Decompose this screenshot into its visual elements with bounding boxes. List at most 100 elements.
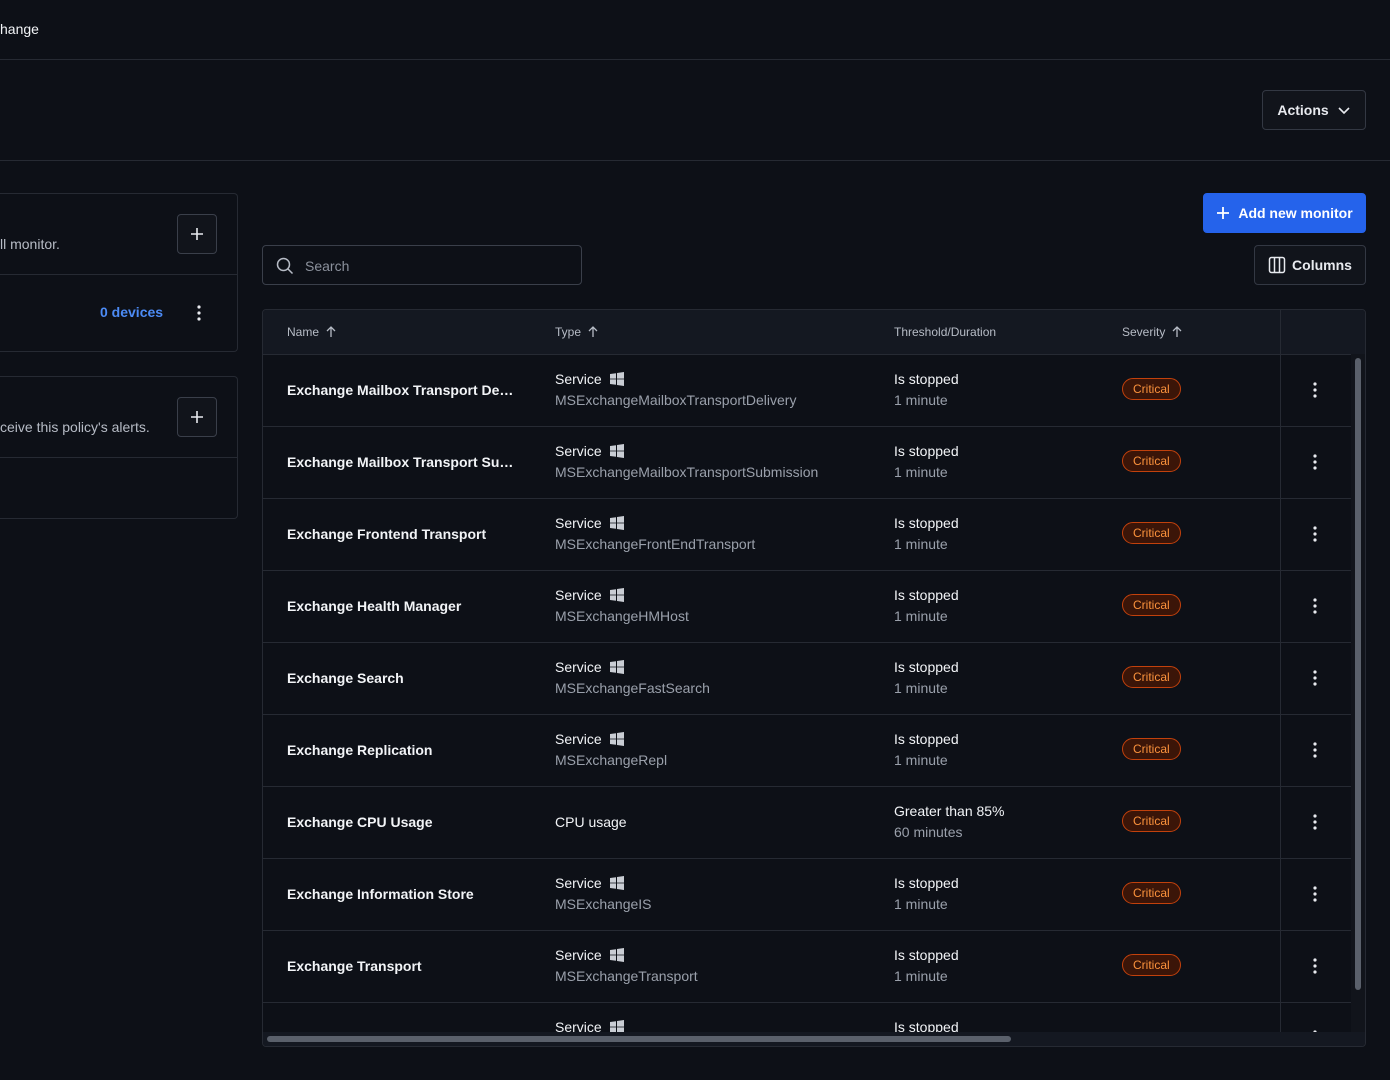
- more-vertical-icon: [1313, 670, 1317, 686]
- sort-ascending-icon: [588, 326, 598, 337]
- column-header-threshold[interactable]: Threshold/Duration: [894, 325, 996, 339]
- monitor-service-name: MSExchangeTransport: [555, 968, 698, 984]
- vertical-scrollbar[interactable]: [1351, 354, 1365, 1032]
- header-divider: [0, 160, 1390, 161]
- windows-icon: [609, 372, 624, 386]
- columns-icon: [1268, 256, 1286, 274]
- recipients-card-description: ceive this policy's alerts.: [0, 419, 150, 435]
- monitor-type: Service: [555, 515, 624, 531]
- table-row[interactable]: Exchange Mailbox Transport Su… Service MSE…: [263, 426, 1351, 499]
- monitor-duration: 1 minute: [894, 968, 948, 984]
- table-row[interactable]: Exchange Transport Service MSExchangeTrans…: [263, 930, 1351, 1003]
- monitor-duration: 60 minutes: [894, 824, 963, 840]
- devices-count-link[interactable]: 0 devices: [100, 304, 163, 320]
- row-more-button[interactable]: [1303, 880, 1327, 908]
- row-more-button[interactable]: [1303, 808, 1327, 836]
- monitor-service-name: MSExchangeIS: [555, 896, 652, 912]
- more-vertical-icon: [1313, 382, 1317, 398]
- row-more-button[interactable]: [1303, 952, 1327, 980]
- table-row[interactable]: Exchange Mailbox Transport De… Service MSE…: [263, 354, 1351, 427]
- sort-ascending-icon: [1172, 326, 1182, 337]
- table-row[interactable]: Exchange Health Manager Service MSExchange…: [263, 570, 1351, 643]
- monitor-type: Service: [555, 587, 624, 603]
- more-vertical-icon: [1313, 454, 1317, 470]
- monitor-name: Exchange Search: [287, 670, 404, 686]
- severity-badge: Critical: [1122, 954, 1181, 976]
- row-more-button[interactable]: [1303, 376, 1327, 404]
- row-more-button[interactable]: [1303, 592, 1327, 620]
- severity-badge: Critical: [1122, 810, 1181, 832]
- monitor-name: Exchange CPU Usage: [287, 814, 433, 830]
- add-recipient-button[interactable]: [177, 397, 217, 437]
- table-row[interactable]: Exchange Replication Service MSExchangeRep…: [263, 714, 1351, 787]
- monitor-threshold: Is stopped: [894, 587, 959, 603]
- windows-icon: [609, 516, 624, 530]
- monitor-name: Exchange Health Manager: [287, 598, 462, 614]
- actions-dropdown-button[interactable]: Actions: [1262, 90, 1366, 130]
- monitor-threshold: Is stopped: [894, 443, 959, 459]
- column-header-name[interactable]: Name: [287, 325, 337, 339]
- windows-icon: [609, 444, 624, 458]
- add-new-monitor-button[interactable]: Add new monitor: [1203, 193, 1366, 233]
- row-more-button[interactable]: [1303, 448, 1327, 476]
- monitor-type: Service: [555, 731, 624, 747]
- more-vertical-icon: [1313, 598, 1317, 614]
- search-icon: [276, 257, 294, 275]
- windows-icon: [609, 660, 624, 674]
- monitor-type: Service: [555, 875, 624, 891]
- plus-icon: [191, 411, 203, 423]
- monitor-duration: 1 minute: [894, 464, 948, 480]
- severity-badge: Critical: [1122, 522, 1181, 544]
- windows-icon: [609, 876, 624, 890]
- search-input[interactable]: [303, 246, 577, 286]
- chevron-down-icon: [1338, 107, 1350, 115]
- table-row[interactable]: Exchange CPU Usage CPU usage Greater than …: [263, 786, 1351, 859]
- monitor-name: Exchange Transport: [287, 958, 422, 974]
- table-row[interactable]: Exchange Frontend Transport Service MSExch…: [263, 498, 1351, 571]
- monitor-service-name: MSExchangeRepl: [555, 752, 668, 768]
- monitor-duration: 1 minute: [894, 680, 948, 696]
- top-bar: hange: [0, 0, 1390, 60]
- monitor-threshold: Is stopped: [894, 731, 959, 747]
- monitor-threshold: Is stopped: [894, 947, 959, 963]
- monitor-duration: 1 minute: [894, 536, 948, 552]
- column-header-severity[interactable]: Severity: [1122, 325, 1183, 339]
- more-vertical-icon: [1313, 526, 1317, 542]
- table-row[interactable]: Exchange Information Store Service MSExcha…: [263, 858, 1351, 931]
- monitor-service-name: MSExchangeMailboxTransportDelivery: [555, 392, 797, 408]
- row-more-button[interactable]: [1303, 736, 1327, 764]
- columns-button[interactable]: Columns: [1254, 245, 1366, 285]
- vertical-scrollbar-thumb[interactable]: [1355, 358, 1361, 990]
- devices-more-button[interactable]: [187, 300, 211, 326]
- monitor-duration: 1 minute: [894, 752, 948, 768]
- table-row[interactable]: Exchange Search Service MSExchangeFastSear…: [263, 642, 1351, 715]
- windows-icon: [609, 588, 624, 602]
- monitors-table: Name Type Threshold/Duration Severity Ex…: [262, 309, 1366, 1047]
- action-column-divider: [1280, 310, 1281, 1046]
- horizontal-scrollbar-thumb[interactable]: [267, 1036, 1011, 1042]
- monitor-duration: 1 minute: [894, 392, 948, 408]
- more-vertical-icon: [1313, 958, 1317, 974]
- monitor-threshold: Is stopped: [894, 515, 959, 531]
- monitor-type: CPU usage: [555, 814, 627, 830]
- monitor-type: Service: [555, 371, 624, 387]
- monitor-threshold: Is stopped: [894, 659, 959, 675]
- row-more-button[interactable]: [1303, 520, 1327, 548]
- severity-badge: Critical: [1122, 450, 1181, 472]
- table-header: Name Type Threshold/Duration Severity: [263, 310, 1365, 355]
- monitor-service-name: MSExchangeFastSearch: [555, 680, 710, 696]
- search-field[interactable]: [262, 245, 582, 286]
- monitor-threshold: Is stopped: [894, 875, 959, 891]
- add-new-monitor-label: Add new monitor: [1238, 205, 1353, 221]
- column-header-type[interactable]: Type: [555, 325, 599, 339]
- severity-badge: Critical: [1122, 882, 1181, 904]
- add-device-button[interactable]: [177, 214, 217, 254]
- horizontal-scrollbar[interactable]: [263, 1032, 1365, 1046]
- monitor-service-name: MSExchangeHMHost: [555, 608, 689, 624]
- monitor-service-name: MSExchangeFrontEndTransport: [555, 536, 756, 552]
- card-divider: [0, 457, 237, 458]
- row-more-button[interactable]: [1303, 664, 1327, 692]
- more-vertical-icon: [1313, 814, 1317, 830]
- severity-badge: Critical: [1122, 378, 1181, 400]
- monitor-threshold: Is stopped: [894, 371, 959, 387]
